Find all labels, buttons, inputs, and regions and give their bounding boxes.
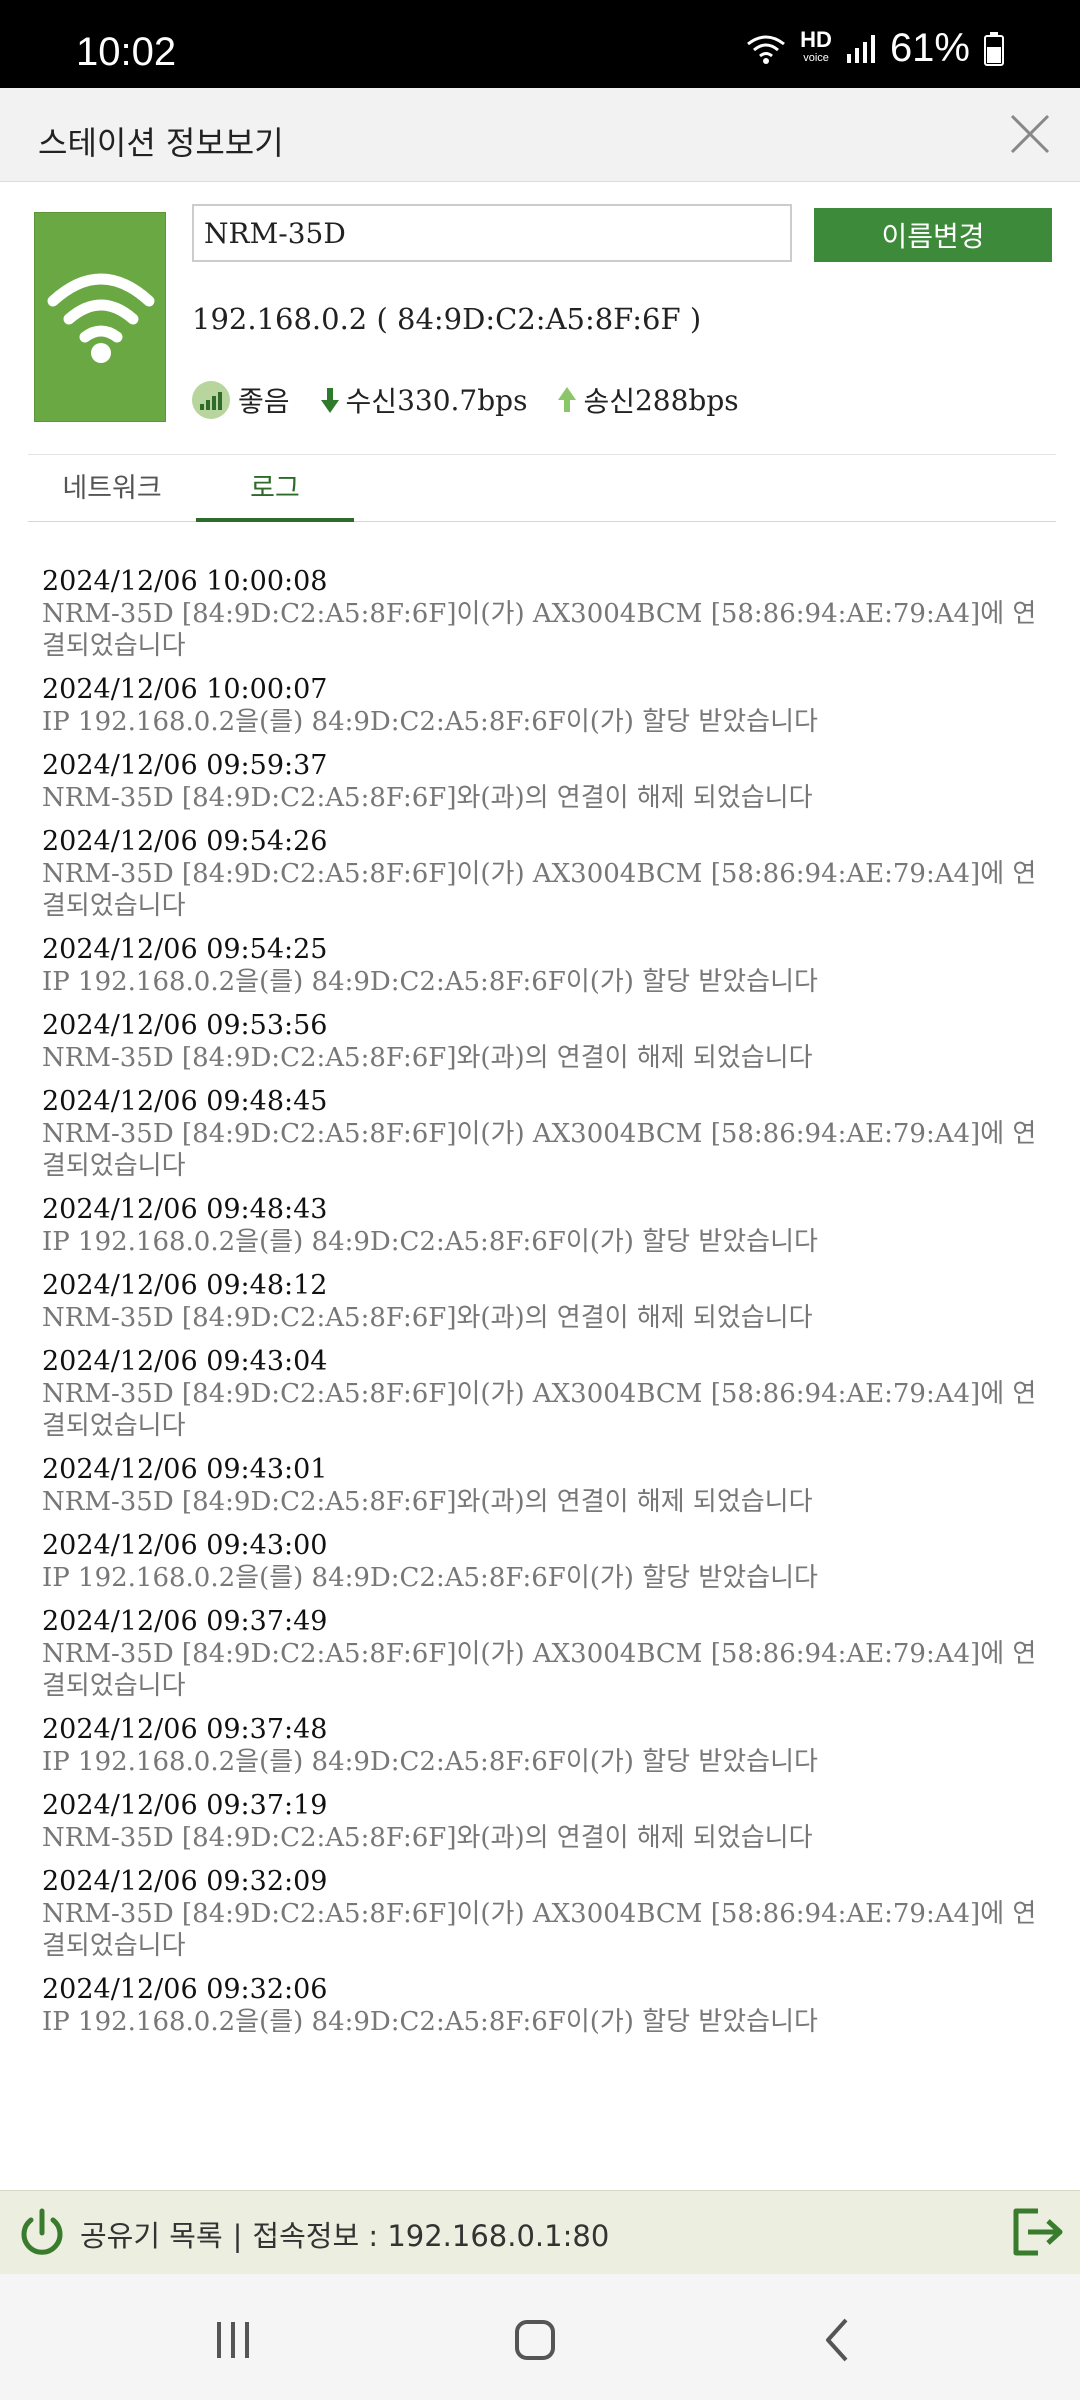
battery-icon xyxy=(984,31,1004,66)
log-entry: 2024/12/06 10:00:08 NRM-35D [84:9D:C2:A5:… xyxy=(42,566,1052,662)
rename-button[interactable]: 이름변경 xyxy=(814,208,1052,262)
log-timestamp: 2024/12/06 09:48:45 xyxy=(42,1086,328,1117)
dialog-header: 스테이션 정보보기 xyxy=(0,88,1080,182)
status-icons: HD voice 61% xyxy=(746,26,1004,71)
tab-bar: 네트워크 로그 xyxy=(28,456,1056,522)
home-icon[interactable] xyxy=(505,2310,565,2370)
exit-icon[interactable] xyxy=(1008,2203,1066,2261)
log-entry: 2024/12/06 09:59:37 NRM-35D [84:9D:C2:A5:… xyxy=(42,750,1052,814)
connection-info: 접속정보 : 192.168.0.1:80 xyxy=(252,2219,610,2253)
device-stats: 좋음 수신 330.7bps 송신 288bps xyxy=(192,380,739,420)
tx-value: 288bps xyxy=(634,383,739,417)
hd-voice-icon: HD voice xyxy=(800,26,832,64)
log-message: NRM-35D [84:9D:C2:A5:8F:6F]이(가) AX3004BC… xyxy=(42,1639,1037,1701)
log-timestamp: 2024/12/06 09:54:26 xyxy=(42,826,328,857)
log-message: IP 192.168.0.2을(를) 84:9D:C2:A5:8F:6F이(가)… xyxy=(42,707,818,737)
cell-signal-icon xyxy=(846,34,875,63)
log-message: IP 192.168.0.2을(를) 84:9D:C2:A5:8F:6F이(가)… xyxy=(42,967,818,997)
log-entry: 2024/12/06 09:43:00 IP 192.168.0.2을(를) 84… xyxy=(42,1530,1052,1594)
upload-arrow-icon xyxy=(558,387,577,412)
log-timestamp: 2024/12/06 10:00:07 xyxy=(42,674,328,705)
log-timestamp: 2024/12/06 09:53:56 xyxy=(42,1010,328,1041)
log-timestamp: 2024/12/06 09:32:09 xyxy=(42,1866,328,1897)
log-list[interactable]: 2024/12/06 10:00:08 NRM-35D [84:9D:C2:A5:… xyxy=(42,566,1052,2184)
log-message: NRM-35D [84:9D:C2:A5:8F:6F]이(가) AX3004BC… xyxy=(42,1119,1037,1181)
log-entry: 2024/12/06 09:37:19 NRM-35D [84:9D:C2:A5:… xyxy=(42,1790,1052,1854)
router-list-link[interactable]: 공유기 목록 xyxy=(80,2219,223,2253)
log-message: IP 192.168.0.2을(를) 84:9D:C2:A5:8F:6F이(가)… xyxy=(42,2007,818,2037)
log-entry: 2024/12/06 09:32:09 NRM-35D [84:9D:C2:A5:… xyxy=(42,1866,1052,1962)
log-message: IP 192.168.0.2을(를) 84:9D:C2:A5:8F:6F이(가)… xyxy=(42,1747,818,1777)
recents-icon[interactable] xyxy=(203,2310,263,2370)
log-entry: 2024/12/06 09:54:26 NRM-35D [84:9D:C2:A5:… xyxy=(42,826,1052,922)
battery-percent: 61% xyxy=(889,26,970,70)
log-entry: 2024/12/06 09:32:06 IP 192.168.0.2을(를) 84… xyxy=(42,1974,1052,2038)
device-ip-mac: 192.168.0.2 ( 84:9D:C2:A5:8F:6F ) xyxy=(192,302,702,336)
log-message: NRM-35D [84:9D:C2:A5:8F:6F]와(과)의 연결이 해제 … xyxy=(42,1823,813,1853)
signal-good-icon xyxy=(192,381,230,419)
device-name-input[interactable] xyxy=(192,204,792,262)
page-title: 스테이션 정보보기 xyxy=(38,124,284,162)
status-time: 10:02 xyxy=(76,30,177,74)
log-timestamp: 2024/12/06 09:37:19 xyxy=(42,1790,328,1821)
log-timestamp: 2024/12/06 09:48:43 xyxy=(42,1194,328,1225)
log-entry: 2024/12/06 10:00:07 IP 192.168.0.2을(를) 84… xyxy=(42,674,1052,738)
log-timestamp: 2024/12/06 09:37:49 xyxy=(42,1606,328,1637)
footer-text: 공유기 목록 | 접속정보 : 192.168.0.1:80 xyxy=(80,2213,609,2255)
log-timestamp: 2024/12/06 09:43:01 xyxy=(42,1454,328,1485)
log-timestamp: 2024/12/06 09:43:00 xyxy=(42,1530,328,1561)
log-timestamp: 2024/12/06 09:48:12 xyxy=(42,1270,328,1301)
log-entry: 2024/12/06 09:43:01 NRM-35D [84:9D:C2:A5:… xyxy=(42,1454,1052,1518)
log-entry: 2024/12/06 09:48:12 NRM-35D [84:9D:C2:A5:… xyxy=(42,1270,1052,1334)
log-message: IP 192.168.0.2을(를) 84:9D:C2:A5:8F:6F이(가)… xyxy=(42,1227,818,1257)
log-message: NRM-35D [84:9D:C2:A5:8F:6F]이(가) AX3004BC… xyxy=(42,1379,1037,1441)
footer-bar: 공유기 목록 | 접속정보 : 192.168.0.1:80 xyxy=(0,2190,1080,2274)
log-entry: 2024/12/06 09:48:43 IP 192.168.0.2을(를) 84… xyxy=(42,1194,1052,1258)
log-message: IP 192.168.0.2을(를) 84:9D:C2:A5:8F:6F이(가)… xyxy=(42,1563,818,1593)
divider xyxy=(28,454,1056,455)
tab-log[interactable]: 로그 xyxy=(196,456,354,522)
rx-label: 수신 xyxy=(345,385,398,418)
signal-quality-label: 좋음 xyxy=(238,385,290,418)
back-icon[interactable] xyxy=(808,2310,868,2370)
footer-separator: | xyxy=(232,2219,243,2253)
wifi-icon xyxy=(47,273,155,363)
log-timestamp: 2024/12/06 09:59:37 xyxy=(42,750,328,781)
close-icon[interactable] xyxy=(1004,108,1056,160)
log-entry: 2024/12/06 09:37:49 NRM-35D [84:9D:C2:A5:… xyxy=(42,1606,1052,1702)
wifi-calling-icon xyxy=(747,35,786,64)
tab-network[interactable]: 네트워크 xyxy=(28,456,196,522)
power-icon[interactable] xyxy=(14,2205,70,2261)
log-message: NRM-35D [84:9D:C2:A5:8F:6F]와(과)의 연결이 해제 … xyxy=(42,1487,813,1517)
download-arrow-icon xyxy=(320,388,339,413)
device-wifi-tile xyxy=(34,212,166,422)
log-timestamp: 2024/12/06 09:32:06 xyxy=(42,1974,328,2005)
log-entry: 2024/12/06 09:48:45 NRM-35D [84:9D:C2:A5:… xyxy=(42,1086,1052,1182)
log-entry: 2024/12/06 09:37:48 IP 192.168.0.2을(를) 84… xyxy=(42,1714,1052,1778)
log-timestamp: 2024/12/06 09:43:04 xyxy=(42,1346,328,1377)
log-entry: 2024/12/06 09:53:56 NRM-35D [84:9D:C2:A5:… xyxy=(42,1010,1052,1074)
log-entry: 2024/12/06 09:54:25 IP 192.168.0.2을(를) 84… xyxy=(42,934,1052,998)
system-nav-bar xyxy=(0,2274,1080,2400)
log-message: NRM-35D [84:9D:C2:A5:8F:6F]이(가) AX3004BC… xyxy=(42,859,1037,921)
log-message: NRM-35D [84:9D:C2:A5:8F:6F]와(과)의 연결이 해제 … xyxy=(42,783,813,813)
log-message: NRM-35D [84:9D:C2:A5:8F:6F]이(가) AX3004BC… xyxy=(42,599,1037,661)
log-timestamp: 2024/12/06 09:37:48 xyxy=(42,1714,328,1745)
log-message: NRM-35D [84:9D:C2:A5:8F:6F]이(가) AX3004BC… xyxy=(42,1899,1037,1961)
log-timestamp: 2024/12/06 10:00:08 xyxy=(42,566,328,597)
log-timestamp: 2024/12/06 09:54:25 xyxy=(42,934,328,965)
status-bar: 10:02 HD voice 61% xyxy=(0,0,1080,88)
tx-label: 송신 xyxy=(583,385,635,418)
rx-value: 330.7bps xyxy=(397,383,528,417)
log-entry: 2024/12/06 09:43:04 NRM-35D [84:9D:C2:A5:… xyxy=(42,1346,1052,1442)
log-message: NRM-35D [84:9D:C2:A5:8F:6F]와(과)의 연결이 해제 … xyxy=(42,1043,813,1073)
log-message: NRM-35D [84:9D:C2:A5:8F:6F]와(과)의 연결이 해제 … xyxy=(42,1303,813,1333)
